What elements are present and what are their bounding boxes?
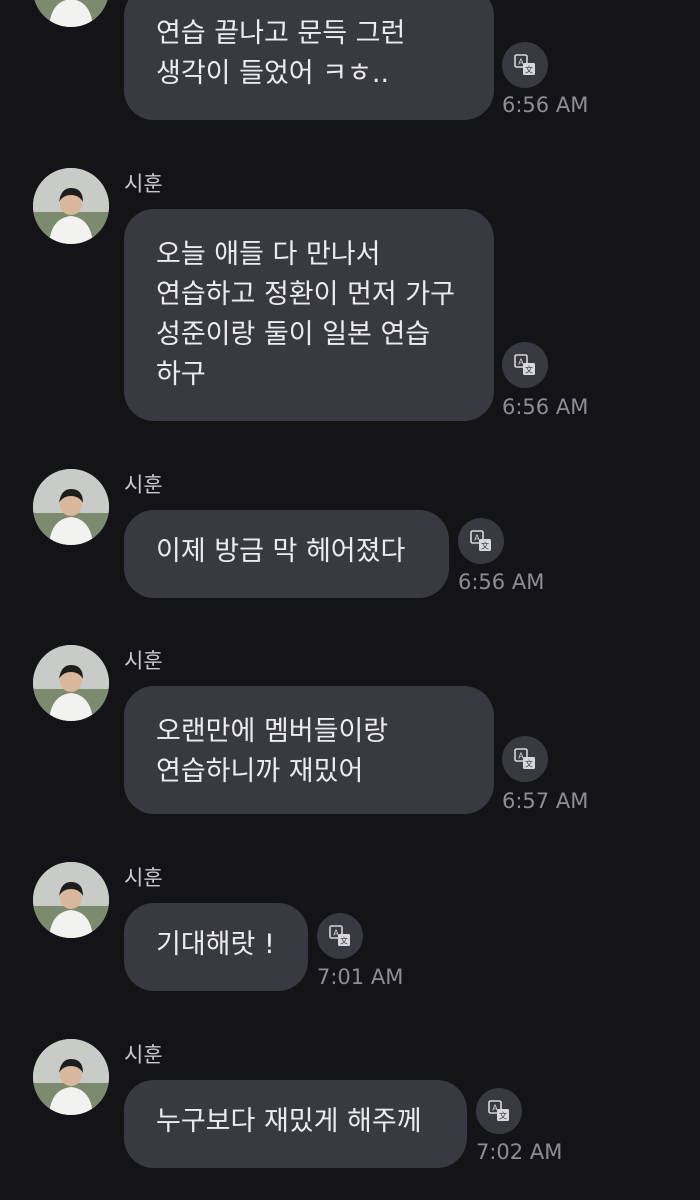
avatar[interactable] [33,645,109,721]
svg-text:文: 文 [525,759,533,769]
avatar[interactable] [33,862,109,938]
translate-button[interactable]: A 文 [317,913,363,959]
avatar[interactable] [33,0,109,27]
message-time: 7:01 AM [317,965,404,989]
avatar-photo-icon [33,469,109,545]
avatar-photo-icon [33,1039,109,1115]
message-time: 6:56 AM [502,93,589,117]
avatar[interactable] [33,469,109,545]
translate-icon: A 文 [470,530,491,551]
translate-icon: A 文 [514,354,535,375]
svg-text:文: 文 [481,541,489,551]
translate-icon: A 文 [514,748,535,769]
sender-name: 시훈 [124,1043,163,1067]
message-text: 기대해랏 ! [156,929,275,960]
translate-button[interactable]: A 文 [502,42,548,88]
message-text: 누구보다 재밌게 해주께 [156,1106,422,1137]
avatar-photo-icon [33,645,109,721]
svg-text:文: 文 [525,65,533,75]
translate-icon: A 文 [514,54,535,75]
avatar-photo-icon [33,168,109,244]
avatar[interactable] [33,168,109,244]
message-bubble[interactable]: 오늘 애들 다 만나서 연습하고 정환이 먼저 가구 성준이랑 둘이 일본 연습… [124,209,494,421]
sender-name: 시훈 [124,172,163,196]
sender-name: 시훈 [124,866,163,890]
chat-view: 연습 끝나고 문득 그런 생각이 들었어 ㅋㅎ.. A 文 6:56 AM 시훈 [0,0,700,1200]
svg-text:文: 文 [525,365,533,375]
message-text: 오늘 애들 다 만나서 연습하고 정환이 먼저 가구 성준이랑 둘이 일본 연습… [156,239,455,390]
svg-text:文: 文 [499,1111,507,1121]
translate-icon: A 文 [488,1100,509,1121]
message-time: 6:56 AM [502,395,589,419]
sender-name: 시훈 [124,473,163,497]
message-text: 연습 끝나고 문득 그런 생각이 들었어 ㅋㅎ.. [156,18,406,89]
message-time: 6:57 AM [502,789,589,813]
message-text: 오랜만에 멤버들이랑 연습하니까 재밌어 [156,716,389,787]
avatar[interactable] [33,1039,109,1115]
avatar-photo-icon [33,862,109,938]
message-bubble[interactable]: 오랜만에 멤버들이랑 연습하니까 재밌어 [124,686,494,814]
translate-icon: A 文 [329,925,350,946]
avatar-photo-icon [33,0,109,27]
message-time: 7:02 AM [476,1140,563,1164]
message-time: 6:56 AM [458,570,545,594]
translate-button[interactable]: A 文 [458,518,504,564]
translate-button[interactable]: A 文 [502,736,548,782]
message-bubble[interactable]: 기대해랏 ! [124,903,308,991]
message-bubble[interactable]: 연습 끝나고 문득 그런 생각이 들었어 ㅋㅎ.. [124,0,494,120]
message-text: 이제 방금 막 헤어졌다 [156,536,406,567]
sender-name: 시훈 [124,649,163,673]
translate-button[interactable]: A 文 [476,1088,522,1134]
message-bubble[interactable]: 이제 방금 막 헤어졌다 [124,510,449,598]
message-bubble[interactable]: 누구보다 재밌게 해주께 [124,1080,467,1168]
translate-button[interactable]: A 文 [502,342,548,388]
svg-text:文: 文 [340,936,348,946]
